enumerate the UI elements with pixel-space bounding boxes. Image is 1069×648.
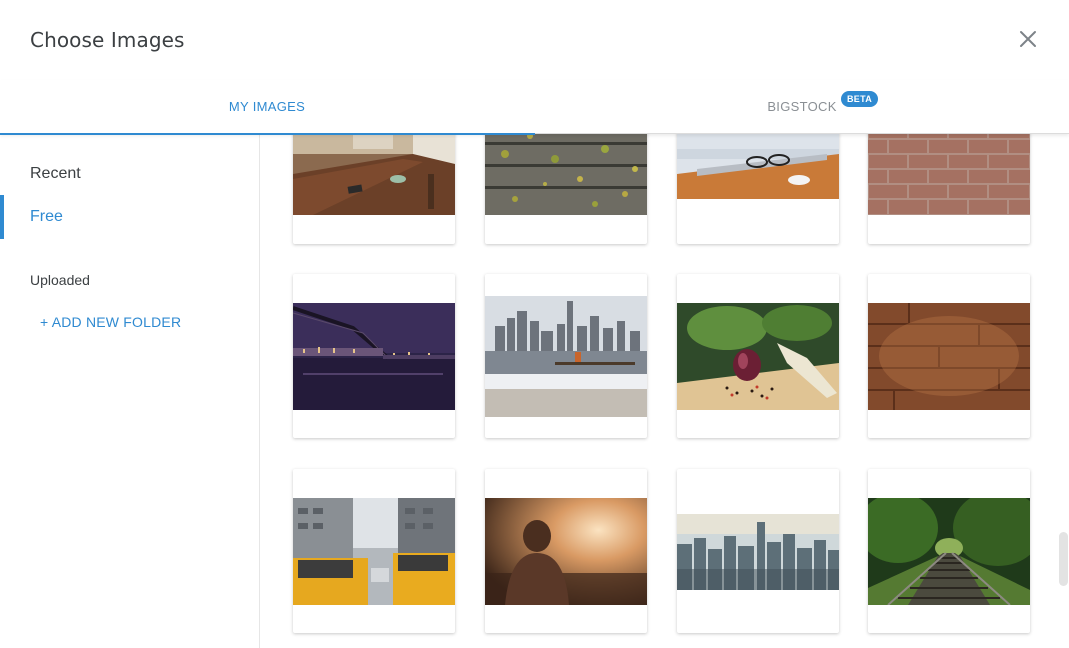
sidebar-item-recent[interactable]: Recent — [0, 152, 259, 196]
image-thumbnail — [485, 134, 647, 215]
active-tab-indicator — [0, 133, 535, 135]
image-card-brick-wall[interactable] — [868, 134, 1030, 244]
image-grid — [260, 134, 1069, 648]
image-card-taxis-city-street[interactable] — [293, 469, 455, 633]
tab-bigstock-label: BIGSTOCK — [767, 99, 837, 114]
image-thumbnail — [868, 303, 1030, 410]
image-thumbnail — [868, 498, 1030, 605]
image-card-city-aerial-view[interactable] — [677, 469, 839, 633]
tab-bar: MY IMAGES BIGSTOCK BETA — [0, 80, 1069, 135]
close-icon[interactable] — [1016, 27, 1040, 51]
dialog-header: Choose Images — [0, 0, 1069, 78]
image-card-wood-texture[interactable] — [868, 274, 1030, 438]
image-card-wooden-planks-leaves[interactable] — [485, 134, 647, 244]
dialog-title: Choose Images — [30, 28, 185, 52]
image-card-city-skyline-winter[interactable] — [485, 274, 647, 438]
sidebar-item-label: Recent — [30, 165, 81, 182]
sidebar-section-uploaded: Uploaded — [30, 272, 90, 288]
image-thumbnail — [485, 296, 647, 417]
sidebar: Recent Free Uploaded + ADD NEW FOLDER — [0, 134, 260, 648]
image-card-vegetables-cutting-board[interactable] — [677, 274, 839, 438]
image-card-desk-glasses-mouse[interactable] — [677, 134, 839, 244]
image-card-cafe-table[interactable] — [293, 134, 455, 244]
image-card-railroad-forest[interactable] — [868, 469, 1030, 633]
image-thumbnail — [293, 498, 455, 605]
tab-bigstock[interactable]: BIGSTOCK BETA — [535, 80, 1069, 134]
image-thumbnail — [293, 303, 455, 410]
tab-my-images[interactable]: MY IMAGES — [0, 80, 535, 135]
active-item-indicator — [0, 195, 4, 239]
image-thumbnail — [677, 514, 839, 590]
image-thumbnail — [293, 134, 455, 215]
image-thumbnail — [677, 134, 839, 199]
image-thumbnail — [677, 303, 839, 410]
sidebar-item-label: Free — [30, 208, 63, 225]
beta-badge: BETA — [841, 91, 879, 107]
image-card-bridge-night-city[interactable] — [293, 274, 455, 438]
image-thumbnail — [485, 498, 647, 605]
scrollbar-thumb[interactable] — [1059, 532, 1068, 586]
sidebar-item-free[interactable]: Free — [0, 195, 259, 239]
image-thumbnail — [868, 134, 1030, 215]
tab-my-images-label: MY IMAGES — [228, 99, 306, 114]
choose-images-dialog: Choose Images MY IMAGES BIGSTOCK BETA Re… — [0, 0, 1069, 648]
add-new-folder-button[interactable]: + ADD NEW FOLDER — [40, 314, 181, 330]
image-card-woman-sunset[interactable] — [485, 469, 647, 633]
